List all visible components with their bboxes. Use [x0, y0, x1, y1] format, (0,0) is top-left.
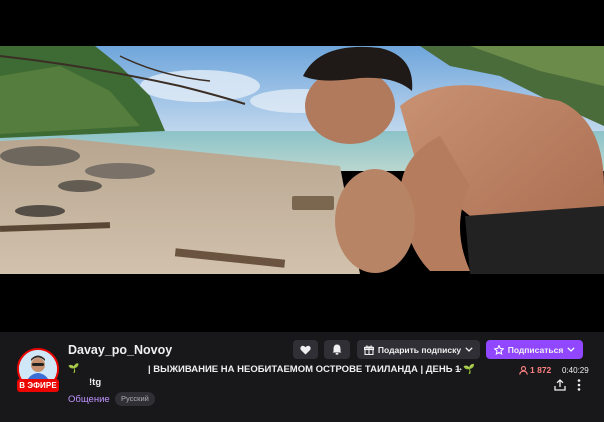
- channel-name[interactable]: Davay_po_Novoy: [68, 343, 172, 357]
- star-icon: [493, 344, 504, 355]
- person-icon: [519, 365, 528, 375]
- stream-title-text: | ВЫЖИВАНИЕ НА НЕОБИТАЕМОМ ОСТРОВЕ ТАИЛА…: [148, 364, 475, 375]
- arrow-right-icon: →: [453, 362, 464, 374]
- share-button[interactable]: [554, 378, 566, 391]
- gift-subscription-label: Подарить подписку: [377, 344, 462, 355]
- sprout-icon: 🌱: [68, 363, 80, 373]
- gift-icon: [363, 344, 374, 355]
- stream-uptime: 0:40:29: [562, 366, 589, 375]
- video-frame: [0, 46, 604, 274]
- viewer-count-value: 1 872: [530, 365, 552, 375]
- share-icon: [554, 379, 566, 391]
- language-tag[interactable]: Русский: [115, 392, 155, 406]
- bell-icon: [332, 344, 342, 355]
- live-badge: В ЭФИРЕ: [17, 379, 59, 392]
- viewer-count: 1 872: [519, 365, 551, 375]
- follow-button[interactable]: [293, 340, 318, 359]
- notifications-button[interactable]: [324, 340, 350, 359]
- more-options-button[interactable]: [575, 378, 583, 391]
- chevron-down-icon: [567, 347, 575, 352]
- gift-subscription-button[interactable]: Подарить подписку: [357, 340, 480, 359]
- more-icon: [577, 379, 581, 391]
- stream-title: 🌱 | ВЫЖИВАНИЕ НА НЕОБИТАЕМОМ ОСТРОВЕ ТАИ…: [68, 362, 478, 377]
- stream-title-continuation: !tg: [89, 377, 102, 388]
- subscribe-button[interactable]: Подписаться: [486, 340, 583, 359]
- heart-icon: [300, 345, 311, 355]
- subscribe-label: Подписаться: [507, 344, 564, 355]
- video-player[interactable]: [0, 0, 604, 332]
- category-link[interactable]: Общение: [68, 394, 110, 405]
- chevron-down-icon: [465, 347, 473, 352]
